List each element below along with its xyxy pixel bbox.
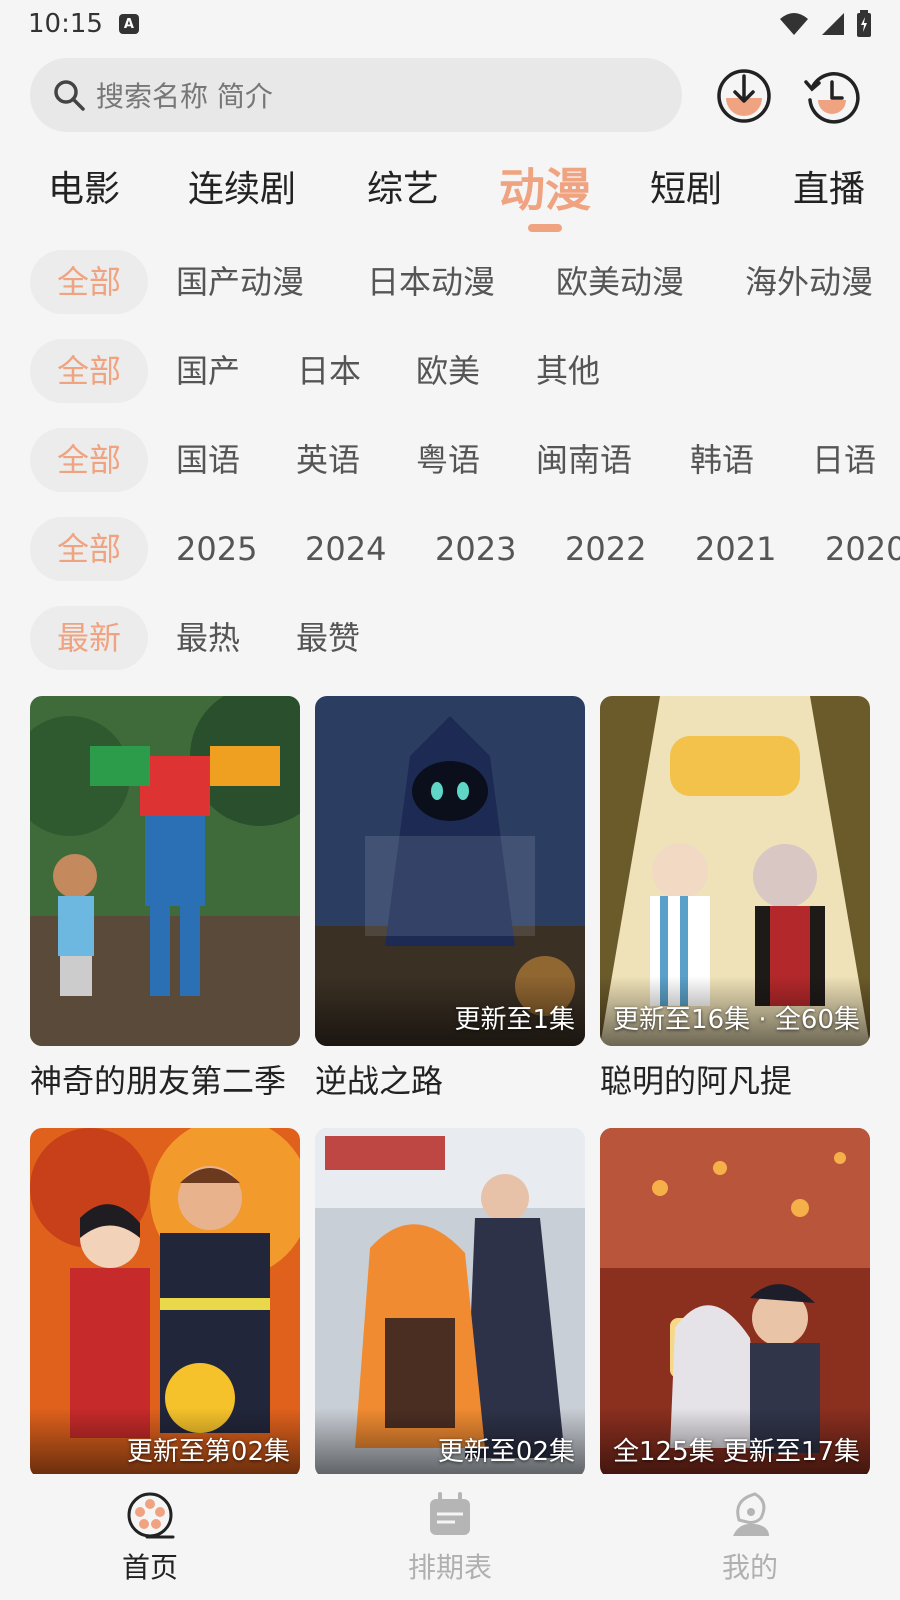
- status-right: [778, 10, 872, 38]
- card-title: 聪明的阿凡提: [600, 1062, 793, 1100]
- chip-year-2025[interactable]: 2025: [176, 517, 257, 581]
- chip-type-all[interactable]: 全部: [30, 250, 148, 314]
- status-notification-icon: A: [118, 14, 139, 34]
- chip-region-west[interactable]: 欧美: [416, 339, 480, 403]
- chip-year-2022[interactable]: 2022: [565, 517, 646, 581]
- filter-row-year: 全部 2025 2024 2023 2022 2021 2020: [0, 517, 900, 581]
- chip-region-all[interactable]: 全部: [30, 339, 148, 403]
- tab-variety[interactable]: 综艺: [367, 160, 439, 212]
- status-time: 10:15: [28, 9, 103, 39]
- chip-sort-latest[interactable]: 最新: [30, 606, 148, 670]
- chip-lang-cantonese[interactable]: 粤语: [416, 428, 480, 492]
- tab-movie[interactable]: 电影: [48, 160, 120, 212]
- tab-live[interactable]: 直播: [793, 160, 865, 212]
- chip-year-2021[interactable]: 2021: [695, 517, 776, 581]
- film-reel-icon: [127, 1492, 175, 1539]
- chip-year-2023[interactable]: 2023: [435, 517, 516, 581]
- search-placeholder: 搜索名称 简介: [96, 80, 273, 113]
- video-card-1[interactable]: 神奇的朋友第二季: [30, 696, 300, 1102]
- filter-row-region: 全部 国产 日本 欧美 其他: [0, 339, 900, 403]
- tab-series[interactable]: 连续剧: [188, 160, 296, 212]
- chip-year-all[interactable]: 全部: [30, 517, 148, 581]
- wifi-icon: [780, 13, 808, 35]
- video-card-2[interactable]: 更新至1集 逆战之路: [315, 696, 585, 1102]
- chip-lang-korean[interactable]: 韩语: [690, 428, 754, 492]
- poster-image[interactable]: 更新至16集 · 全60集: [600, 696, 870, 1046]
- update-badge: 更新至16集 · 全60集: [613, 1005, 860, 1035]
- video-card-5[interactable]: 更新至02集: [315, 1128, 585, 1478]
- filter-row-language: 全部 国语 英语 粤语 闽南语 韩语 日语: [0, 428, 900, 492]
- tab-short-drama[interactable]: 短剧: [650, 160, 722, 212]
- poster-image[interactable]: [30, 696, 300, 1046]
- video-card-6[interactable]: 全125集 更新至17集: [600, 1128, 870, 1478]
- nav-schedule-label: 排期表: [407, 1551, 492, 1584]
- poster-image[interactable]: 更新至1集: [315, 696, 585, 1046]
- update-badge: 全125集 更新至17集: [613, 1437, 860, 1467]
- nav-home-label: 首页: [121, 1551, 178, 1584]
- chip-region-japan[interactable]: 日本: [297, 339, 361, 403]
- filter-row-type: 全部 国产动漫 日本动漫 欧美动漫 海外动漫: [0, 250, 900, 314]
- filter-row-sort: 最新 最热 最赞: [0, 606, 900, 670]
- profile-icon: [733, 1492, 769, 1536]
- signal-icon: [822, 13, 844, 35]
- chip-sort-most-liked[interactable]: 最赞: [296, 606, 360, 670]
- poster-art: [30, 696, 300, 1046]
- video-card-4[interactable]: 更新至第02集: [30, 1128, 300, 1478]
- chip-lang-mandarin[interactable]: 国语: [176, 428, 240, 492]
- nav-mine[interactable]: 我的: [600, 1474, 900, 1600]
- category-tabs: 电影 连续剧 综艺 动漫 短剧 直播: [0, 150, 900, 240]
- update-badge: 更新至1集: [454, 1005, 575, 1035]
- nav-mine-label: 我的: [721, 1551, 778, 1584]
- nav-schedule[interactable]: 排期表: [300, 1474, 600, 1600]
- card-title: 神奇的朋友第二季: [30, 1062, 287, 1100]
- active-tab-indicator: [528, 224, 562, 232]
- poster-image[interactable]: 全125集 更新至17集: [600, 1128, 870, 1478]
- chip-region-other[interactable]: 其他: [536, 339, 600, 403]
- chip-year-2024[interactable]: 2024: [305, 517, 386, 581]
- chip-lang-english[interactable]: 英语: [296, 428, 360, 492]
- chip-year-2020[interactable]: 2020: [825, 517, 900, 581]
- chip-type-domestic[interactable]: 国产动漫: [176, 250, 304, 314]
- update-badge: 更新至第02集: [126, 1437, 290, 1467]
- download-icon[interactable]: [716, 68, 772, 124]
- chip-lang-minnan[interactable]: 闽南语: [536, 428, 632, 492]
- chip-lang-japanese[interactable]: 日语: [812, 428, 876, 492]
- calendar-icon: [430, 1492, 470, 1535]
- battery-icon: [857, 10, 871, 37]
- search-input[interactable]: 搜索名称 简介: [30, 58, 682, 132]
- chip-sort-hottest[interactable]: 最热: [176, 606, 240, 670]
- update-badge: 更新至02集: [437, 1437, 575, 1467]
- chip-type-overseas[interactable]: 海外动漫: [745, 250, 873, 314]
- bottom-nav: 首页 排期表 我的: [0, 1474, 900, 1600]
- tab-anime[interactable]: 动漫: [499, 154, 591, 220]
- history-icon[interactable]: [804, 68, 860, 124]
- card-title: 逆战之路: [315, 1062, 444, 1100]
- chip-type-west[interactable]: 欧美动漫: [556, 250, 684, 314]
- chip-type-japan[interactable]: 日本动漫: [367, 250, 495, 314]
- status-left: 10:15 A: [28, 9, 139, 39]
- status-bar: 10:15 A: [0, 0, 900, 48]
- poster-image[interactable]: 更新至第02集: [30, 1128, 300, 1478]
- nav-home[interactable]: 首页: [0, 1474, 300, 1600]
- video-card-3[interactable]: 更新至16集 · 全60集 聪明的阿凡提: [600, 696, 870, 1102]
- chip-lang-all[interactable]: 全部: [30, 428, 148, 492]
- poster-image[interactable]: 更新至02集: [315, 1128, 585, 1478]
- search-icon: [54, 80, 85, 111]
- chip-region-domestic[interactable]: 国产: [176, 339, 240, 403]
